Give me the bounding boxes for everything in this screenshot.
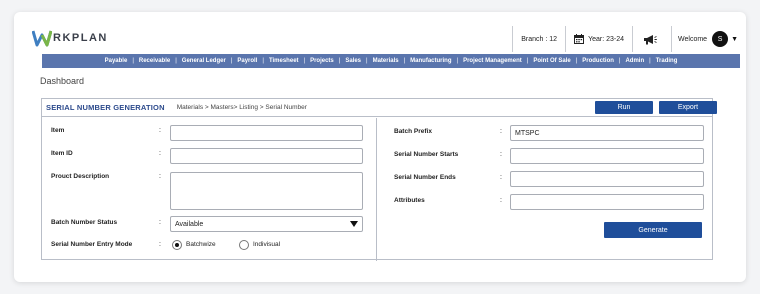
batch-status-label: Batch Number Status xyxy=(51,219,118,226)
colon: : xyxy=(500,128,502,135)
avatar[interactable]: S xyxy=(712,31,729,47)
nav-item-payroll[interactable]: Payroll xyxy=(232,58,262,64)
batchwize-label[interactable]: Batchwize xyxy=(186,241,216,248)
dropdown-arrow-icon xyxy=(350,221,358,227)
batch-prefix-value: MTSPC xyxy=(515,129,540,137)
page-title: Dashboard xyxy=(40,76,85,86)
nav-item-manufacturing[interactable]: Manufacturing xyxy=(405,58,456,64)
nav-item-materials[interactable]: Materials xyxy=(368,58,404,64)
colon: : xyxy=(159,127,161,134)
colon: : xyxy=(159,241,161,248)
main-card: RKPLAN Branch : 12 Year: 23-24 Welcome S… xyxy=(14,12,746,282)
item-id-input[interactable] xyxy=(170,148,363,164)
colon: : xyxy=(500,197,502,204)
export-button[interactable]: Export xyxy=(659,101,717,114)
colon: : xyxy=(500,151,502,158)
nav-item-general-ledger[interactable]: General Ledger xyxy=(177,58,231,64)
batch-prefix-label: Batch Prefix xyxy=(394,128,432,135)
description-textarea[interactable] xyxy=(170,172,363,210)
breadcrumb: Materials > Masters> Listing > Serial Nu… xyxy=(176,104,307,111)
left-form: Item : Item ID : Prouct Description : Ba… xyxy=(42,118,377,261)
colon: : xyxy=(159,219,161,226)
megaphone-icon xyxy=(644,34,657,44)
nav-item-projects[interactable]: Projects xyxy=(305,58,339,64)
year-text: Year: 23-24 xyxy=(588,35,625,43)
item-input[interactable] xyxy=(170,125,363,141)
serial-end-label: Serial Number Ends xyxy=(394,174,456,181)
nav-item-trading[interactable]: Trading xyxy=(651,58,683,64)
indivisual-radio[interactable] xyxy=(239,240,249,250)
batch-status-value: Available xyxy=(175,220,204,228)
generate-button[interactable]: Generate xyxy=(604,222,702,238)
run-button[interactable]: Run xyxy=(595,101,653,114)
nav-item-production[interactable]: Production xyxy=(577,58,619,64)
logo-text: RKPLAN xyxy=(53,32,108,44)
batchwize-radio[interactable] xyxy=(172,240,182,250)
announcements-button[interactable] xyxy=(632,26,671,52)
item-id-label: Item ID xyxy=(51,150,73,157)
welcome-text: Welcome xyxy=(678,35,708,43)
year-indicator[interactable]: Year: 23-24 xyxy=(565,26,632,52)
entry-mode-label: Serial Number Entry Mode xyxy=(51,241,133,248)
logo-mark-icon xyxy=(31,28,53,48)
nav-item-timesheet[interactable]: Timesheet xyxy=(264,58,304,64)
main-nav: Payable | Receivable | General Ledger | Pay… xyxy=(42,54,740,68)
serial-start-label: Serial Number Starts xyxy=(394,151,459,158)
colon: : xyxy=(500,174,502,181)
attributes-label: Attributes xyxy=(394,197,425,204)
nav-item-point-of-sale[interactable]: Point Of Sale xyxy=(528,58,575,64)
nav-item-project-management[interactable]: Project Management xyxy=(458,58,527,64)
nav-item-admin[interactable]: Admin xyxy=(620,58,649,64)
nav-item-sales[interactable]: Sales xyxy=(340,58,366,64)
colon: : xyxy=(159,150,161,157)
indivisual-label[interactable]: Indivisual xyxy=(253,241,280,248)
caret-down-icon[interactable]: ▼ xyxy=(731,36,738,43)
description-label: Prouct Description xyxy=(51,173,110,180)
batch-prefix-input[interactable]: MTSPC xyxy=(510,125,704,141)
colon: : xyxy=(159,173,161,180)
header-status-bar: Branch : 12 Year: 23-24 Welcome S ▼ xyxy=(512,26,746,52)
batch-status-select[interactable]: Available xyxy=(170,216,363,232)
serial-end-input[interactable] xyxy=(510,171,704,187)
branch-text: Branch : 12 xyxy=(521,35,558,43)
app-logo[interactable]: RKPLAN xyxy=(31,28,108,48)
serial-number-panel: SERIAL NUMBER GENERATION Materials > Mas… xyxy=(41,98,717,261)
user-menu[interactable]: Welcome S ▼ xyxy=(671,26,746,52)
nav-item-payable[interactable]: Payable xyxy=(100,58,133,64)
branch-indicator[interactable]: Branch : 12 xyxy=(512,26,565,52)
section-title: SERIAL NUMBER GENERATION xyxy=(46,103,165,112)
item-label: Item xyxy=(51,127,65,134)
calendar-icon xyxy=(574,34,585,44)
nav-item-receivable[interactable]: Receivable xyxy=(134,58,175,64)
serial-start-input[interactable] xyxy=(510,148,704,164)
attributes-input[interactable] xyxy=(510,194,704,210)
